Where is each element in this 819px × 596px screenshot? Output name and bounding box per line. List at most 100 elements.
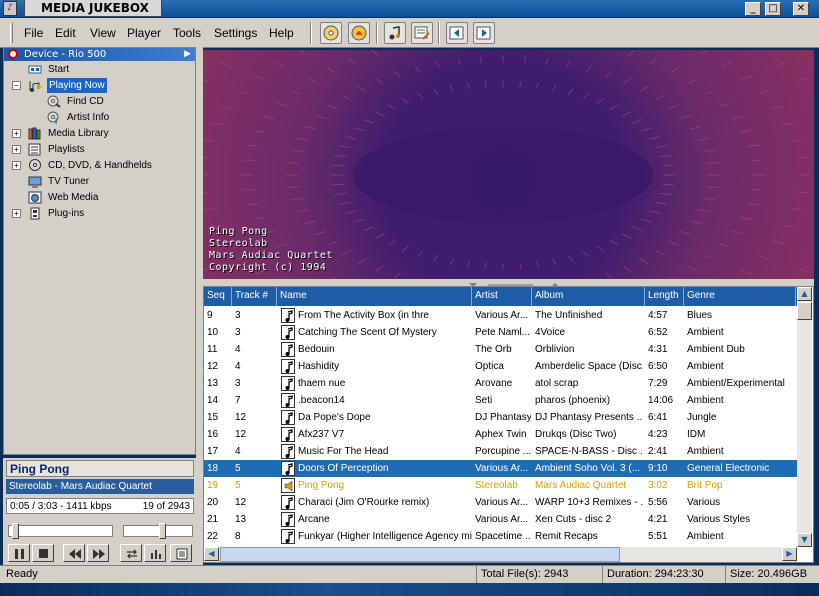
table-row[interactable]: 11 4 Bedouin The Orb Orblivion 4:31 Ambient Du…: [204, 341, 798, 358]
column-header-length[interactable]: Length: [645, 287, 684, 306]
back-button[interactable]: [446, 22, 468, 44]
column-header-name[interactable]: Name: [277, 287, 472, 306]
window-bottom-edge: [0, 583, 819, 596]
column-header-artist[interactable]: Artist: [472, 287, 532, 306]
cell-artist: DJ Phantasy: [475, 412, 531, 423]
track-list[interactable]: Seq Track # Name Artist Album Length Gen…: [203, 286, 814, 563]
tree-item-playing-now[interactable]: − Playing Now: [4, 78, 195, 93]
table-row[interactable]: 21 13 Arcane Various Ar... Xen Cuts - disc 2…: [204, 511, 798, 528]
cell-track: 3: [235, 327, 241, 338]
position-slider-thumb[interactable]: [12, 523, 19, 539]
minimize-button[interactable]: _: [745, 2, 761, 16]
expand-toggle[interactable]: +: [12, 209, 21, 218]
add-to-playlist-button[interactable]: [384, 22, 406, 44]
volume-slider-thumb[interactable]: [159, 523, 166, 539]
expand-toggle[interactable]: +: [12, 129, 21, 138]
table-row[interactable]: 9 3 From The Activity Box (in thre Various …: [204, 307, 798, 324]
vis-album: Mars Audiac Quartet: [209, 250, 333, 261]
device-selector[interactable]: Device - Rio 500 ▶: [4, 48, 195, 61]
tree-item-tv-tuner[interactable]: TV Tuner: [4, 174, 195, 189]
collapse-toggle[interactable]: −: [12, 81, 21, 90]
music-note-icon: [281, 444, 295, 459]
tree-item-find-cd[interactable]: Find CD: [4, 94, 195, 109]
tree-item-label: CD, DVD, & Handhelds: [48, 160, 152, 171]
column-header-seq[interactable]: Seq: [204, 287, 232, 306]
next-button[interactable]: [87, 544, 109, 562]
horizontal-scrollbar[interactable]: ◀ ▶: [204, 547, 797, 562]
menu-tools[interactable]: Tools: [173, 26, 201, 40]
cell-seq: 19: [207, 480, 219, 491]
total-duration: Duration: 294:23:30: [602, 566, 724, 583]
music-note-icon: [281, 461, 295, 476]
music-note-icon: [281, 393, 295, 408]
menu-help[interactable]: Help: [269, 26, 294, 40]
tree-item-start[interactable]: Start: [4, 62, 195, 77]
rip-cd-button[interactable]: [320, 22, 342, 44]
table-row[interactable]: 14 7 .beacon14 Seti pharos (phoenix) 14:06 Amb…: [204, 392, 798, 409]
cell-album: Amberdelic Space (Disc...: [535, 361, 643, 372]
cell-artist: Aphex Twin: [475, 429, 527, 440]
volume-slider[interactable]: [123, 523, 193, 539]
scroll-left-button[interactable]: ◀: [204, 547, 219, 561]
column-header-track[interactable]: Track #: [232, 287, 277, 306]
table-row[interactable]: 10 3 Catching The Scent Of Mystery Pete Nam…: [204, 324, 798, 341]
table-row[interactable]: 16 12 Afx237 V7 Aphex Twin Drukqs (Disc Two)…: [204, 426, 798, 443]
table-row[interactable]: 15 12 Da Pope's Dope DJ Phantasy DJ Phantasy…: [204, 409, 798, 426]
vis-artist: Stereolab: [209, 238, 268, 249]
burn-cd-button[interactable]: [348, 22, 370, 44]
table-row[interactable]: 22 8 Funkyar (Higher Intelligence Agency m…: [204, 528, 798, 545]
cell-genre: Brit Pop: [687, 480, 723, 491]
horizontal-scroll-thumb[interactable]: [220, 547, 620, 562]
pane-splitter[interactable]: [196, 47, 203, 565]
window-title: MEDIA JUKEBOX: [24, 0, 162, 17]
menu-file[interactable]: File: [24, 26, 43, 40]
pause-button[interactable]: [8, 544, 30, 562]
menu-view[interactable]: View: [90, 26, 116, 40]
app-icon[interactable]: ♪: [3, 1, 17, 16]
table-row[interactable]: 20 12 Characi (Jim O'Rourke remix) Various …: [204, 494, 798, 511]
cell-name: Music For The Head: [298, 446, 389, 457]
table-row[interactable]: 18 5 Doors Of Perception Various Ar... Ambie…: [204, 460, 798, 477]
previous-button[interactable]: [63, 544, 85, 562]
expand-toggle[interactable]: +: [12, 161, 21, 170]
expand-toggle[interactable]: +: [12, 145, 21, 154]
edit-tags-button[interactable]: [411, 22, 433, 44]
table-row[interactable]: 12 4 Hashidity Optica Amberdelic Space (Disc…: [204, 358, 798, 375]
cell-album: Ambient Soho Vol. 3 (...: [535, 463, 641, 474]
position-slider[interactable]: [8, 523, 113, 539]
tree-item-artist-info[interactable]: i Artist Info: [4, 110, 195, 126]
scroll-down-button[interactable]: ▼: [797, 533, 812, 547]
cell-name: Catching The Scent Of Mystery: [298, 327, 437, 338]
playlist-view-button[interactable]: [170, 544, 192, 562]
menu-settings[interactable]: Settings: [214, 26, 257, 40]
menu-edit[interactable]: Edit: [55, 26, 76, 40]
rewind-icon: [69, 549, 81, 559]
menu-player[interactable]: Player: [127, 26, 161, 40]
tree-item-plug-ins[interactable]: + Plug-ins: [4, 206, 195, 221]
table-row[interactable]: 13 3 thaem nue Arovane atol scrap 7:29 Ambient…: [204, 375, 798, 392]
vertical-scrollbar[interactable]: ▲ ▼: [797, 287, 812, 547]
visualizer-splitter[interactable]: [203, 279, 814, 287]
column-header-album[interactable]: Album: [532, 287, 645, 306]
title-bar[interactable]: ♪ MEDIA JUKEBOX _ □ ✕: [0, 0, 819, 18]
close-button[interactable]: ✕: [793, 2, 809, 16]
column-header-genre[interactable]: Genre: [684, 287, 796, 306]
stop-button[interactable]: [32, 544, 54, 562]
scroll-right-button[interactable]: ▶: [782, 547, 797, 561]
vertical-scroll-thumb[interactable]: [797, 302, 812, 320]
tree-item-web-media[interactable]: Web Media: [4, 190, 195, 205]
shuffle-button[interactable]: [120, 544, 142, 562]
tree-item-playlists[interactable]: + Playlists: [4, 142, 195, 157]
scroll-up-button[interactable]: ▲: [797, 287, 812, 301]
table-row[interactable]: 17 4 Music For The Head Porcupine ... SPACE-…: [204, 443, 798, 460]
disc-add-icon: [323, 25, 339, 41]
maximize-button[interactable]: □: [765, 2, 781, 16]
tree-item-media-library[interactable]: + Media Library: [4, 126, 195, 141]
forward-button[interactable]: [473, 22, 495, 44]
tree-item-cd-dvd-handhelds[interactable]: + CD, DVD, & Handhelds: [4, 158, 195, 173]
equalizer-button[interactable]: [144, 544, 166, 562]
cell-artist: Porcupine ...: [475, 446, 531, 457]
cell-genre: Various: [687, 497, 721, 508]
chevron-right-icon[interactable]: ▶: [184, 48, 191, 61]
table-row[interactable]: 19 5 Ping Pong Stereolab Mars Audiac Quartet…: [204, 477, 798, 494]
